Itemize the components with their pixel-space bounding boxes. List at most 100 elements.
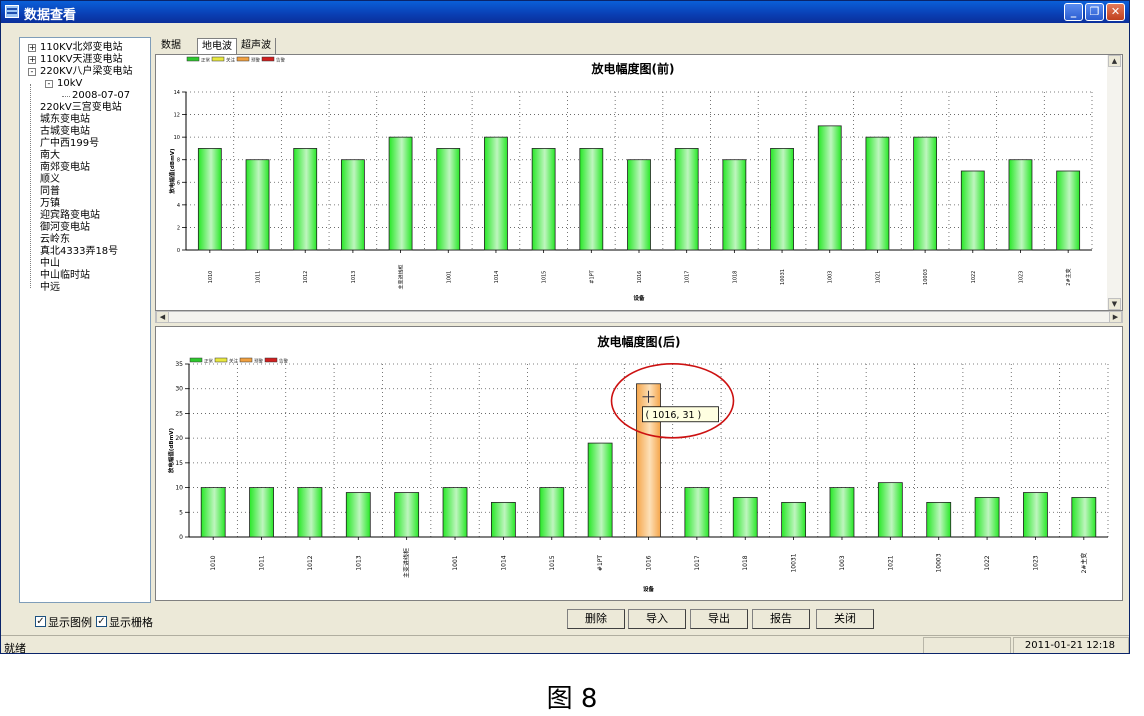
chart-panel-after: 放电幅度图(后) 正常 关注 预警 告警 0 5 10 15 20 25 30 35 放电幅值(dBmV)… — [155, 326, 1123, 601]
legend-label: 告警 — [279, 358, 288, 365]
scroll-left-icon[interactable]: ◀ — [156, 311, 169, 323]
tree-item[interactable]: 中远 — [40, 282, 60, 294]
tab-ultrasonic[interactable]: 超声波 — [237, 38, 276, 54]
title-bar[interactable]: 数据查看 _ ❐ ✕ — [1, 1, 1129, 23]
chart-after: 放电幅度图(后)正常 关注 预警 告警05101520253035放电幅值(dBmV)… — [167, 334, 1109, 593]
bar — [829, 487, 855, 538]
tree-item[interactable]: 110KV北郊变电站 — [40, 42, 123, 54]
tree-item[interactable]: 御河变电站 — [40, 222, 90, 234]
bar — [1023, 492, 1048, 538]
legend-swatch — [264, 357, 278, 363]
y-tick-label: 12 — [174, 113, 180, 119]
show-legend-label: 显示图例 — [48, 616, 92, 629]
chart-title: 放电幅度图(前) — [591, 61, 675, 76]
bar — [913, 136, 938, 251]
minimize-icon[interactable]: _ — [1064, 3, 1083, 21]
close-icon[interactable]: ✕ — [1106, 3, 1125, 21]
tab-data[interactable]: 数据 — [157, 38, 185, 54]
tree-expander-icon[interactable]: - — [45, 80, 53, 88]
tree-item[interactable]: 中山 — [40, 258, 60, 270]
bar — [732, 497, 758, 538]
tree-item[interactable]: 云岭东 — [40, 234, 70, 246]
legend-swatch — [186, 56, 200, 62]
tree-item[interactable]: 南大 — [40, 150, 60, 162]
tree-item[interactable]: 南郊变电站 — [40, 162, 90, 174]
report-button[interactable]: 报告 — [752, 609, 810, 629]
tab-tev[interactable]: 地电波 — [197, 38, 237, 54]
status-time: 2011-01-21 12:18 — [1024, 640, 1115, 651]
bar — [770, 148, 794, 251]
tree-item[interactable]: 同普 — [40, 186, 60, 198]
y-axis-label: 放电幅值(dBmV) — [168, 148, 176, 195]
horizontal-scrollbar[interactable]: ◀ ▶ — [155, 311, 1123, 323]
chart-title: 放电幅度图(后) — [597, 334, 681, 349]
y-tick-label: 14 — [174, 90, 180, 96]
bar — [442, 487, 468, 538]
x-tick-label: 1016 — [646, 555, 653, 570]
show-grid-checkbox[interactable]: ✓ — [96, 616, 107, 627]
close-button[interactable]: 关闭 — [816, 609, 874, 629]
tree-connector — [30, 84, 31, 288]
legend-swatch — [236, 56, 250, 62]
x-tick-label: 1012 — [307, 555, 314, 570]
import-button[interactable]: 导入 — [628, 609, 686, 629]
y-tick-label: 8 — [177, 158, 180, 164]
tree-item[interactable]: 万镇 — [40, 198, 60, 210]
x-tick-label: 1012 — [303, 271, 309, 284]
show-legend-checkbox[interactable]: ✓ — [35, 616, 46, 627]
tree-item[interactable]: 2008-07-07 — [72, 90, 130, 102]
bar — [293, 148, 318, 251]
scroll-up-icon[interactable]: ▲ — [1108, 55, 1121, 67]
bar — [436, 148, 461, 251]
tree-item[interactable]: 真北4333弄18号 — [40, 246, 118, 258]
tree-item[interactable]: 城东变电站 — [40, 114, 90, 126]
delete-button[interactable]: 删除 — [567, 609, 625, 629]
legend-label: 预警 — [251, 57, 260, 64]
scroll-down-icon[interactable]: ▼ — [1108, 298, 1121, 310]
x-tick-label: 1014 — [494, 271, 500, 284]
legend-label: 正常 — [201, 57, 210, 64]
legend-swatch — [211, 56, 225, 62]
legend-swatch — [214, 357, 228, 363]
bar — [974, 497, 1000, 538]
x-tick-label: 1018 — [742, 555, 749, 570]
tree-item[interactable]: 220kV三宫变电站 — [40, 102, 122, 114]
bar — [1008, 159, 1033, 251]
bar — [926, 501, 952, 538]
x-tick-label: 1003 — [828, 271, 834, 284]
bar — [960, 170, 985, 251]
status-text: 就绪 — [4, 642, 26, 654]
export-button[interactable]: 导出 — [690, 609, 748, 629]
x-tick-label: 10031 — [780, 269, 786, 285]
tree-item[interactable]: 顺义 — [40, 174, 60, 186]
y-tick-label: 10 — [174, 135, 180, 141]
y-tick-label: 15 — [175, 460, 183, 467]
tree-item[interactable]: 220KV八户梁变电站 — [40, 66, 133, 78]
x-tick-label: 2#主变 — [1065, 268, 1072, 285]
y-tick-label: 2 — [177, 225, 180, 231]
tree-item[interactable]: 中山临时站 — [40, 270, 90, 282]
tree-item[interactable]: 迎宾路变电站 — [40, 210, 100, 222]
figure-caption: 图 8 — [546, 684, 598, 714]
legend-label: 告警 — [276, 57, 285, 64]
vertical-scrollbar[interactable]: ▲ ▼ — [1107, 55, 1122, 310]
tree-expander-icon[interactable]: - — [28, 68, 36, 76]
tree-expander-icon[interactable]: + — [28, 56, 36, 64]
x-tick-label: 1021 — [887, 555, 894, 570]
x-tick-label: 1017 — [685, 271, 691, 284]
scroll-right-icon[interactable]: ▶ — [1109, 311, 1122, 323]
x-tick-label: 1001 — [446, 271, 452, 284]
bar — [817, 125, 842, 251]
x-tick-label: 1011 — [259, 555, 266, 570]
y-tick-label: 6 — [177, 180, 180, 186]
tree-item[interactable]: 古城变电站 — [40, 126, 90, 138]
y-tick-label: 25 — [175, 410, 183, 417]
tree-item[interactable]: 广中西199号 — [40, 138, 99, 150]
maximize-icon[interactable]: ❐ — [1085, 3, 1104, 21]
station-tree[interactable]: +110KV北郊变电站 +110KV天涯变电站 -220KV八户梁变电站 -10kV 2… — [19, 37, 151, 603]
x-tick-label: 1013 — [355, 555, 362, 570]
window-icon — [5, 5, 19, 18]
tree-expander-icon[interactable]: + — [28, 44, 36, 52]
tree-item[interactable]: 110KV天涯变电站 — [40, 54, 123, 66]
tree-item[interactable]: 10kV — [57, 78, 82, 90]
